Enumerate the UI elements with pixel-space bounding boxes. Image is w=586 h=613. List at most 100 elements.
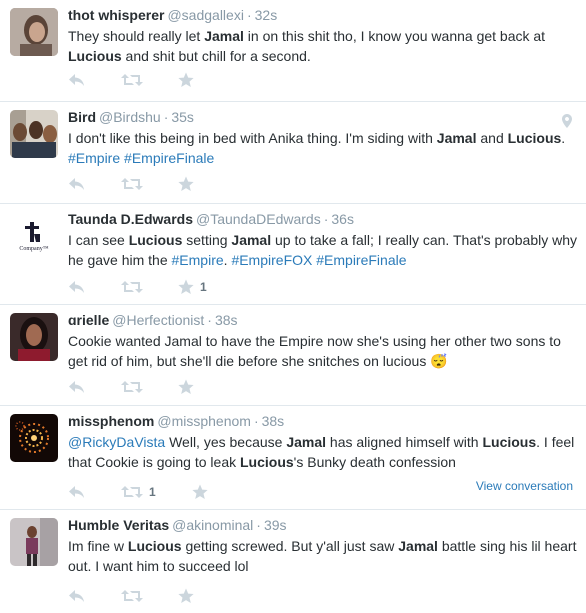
author-username[interactable]: @Herfectionist [112, 312, 204, 328]
reply-button[interactable] [68, 174, 85, 194]
avatar[interactable]: Company™ [10, 212, 58, 260]
tweet-content: Bird @Birdshu · 35s I don't like this being… [68, 108, 578, 168]
favorite-button[interactable] [178, 377, 194, 397]
tweet-text-segment: Well, yes because [165, 434, 287, 450]
view-conversation-link[interactable]: View conversation [476, 479, 573, 493]
reply-button[interactable] [68, 586, 85, 606]
avatar[interactable] [10, 518, 58, 566]
tweet-content: ɑrielle @Herfectionist · 38s Cookie wanted … [68, 311, 578, 371]
reply-icon [69, 74, 84, 86]
tweet-header: ɑrielle @Herfectionist · 38s [68, 312, 238, 328]
retweet-icon [121, 74, 143, 86]
author-name[interactable]: ɑrielle [68, 312, 109, 328]
hashtag-link[interactable]: #EmpireFinale [124, 150, 214, 166]
tweet-text-segment: and shit but chill for a second. [121, 48, 311, 64]
author-name[interactable]: Bird [68, 109, 96, 125]
reply-button[interactable] [68, 377, 85, 397]
tweet[interactable]: Bird @Birdshu · 35s I don't like this being… [0, 102, 586, 204]
reply-button[interactable] [68, 277, 85, 297]
tweet-text: I don't like this being in bed with Anik… [68, 128, 578, 168]
favorite-icon [178, 379, 194, 394]
retweet-button[interactable] [121, 377, 143, 397]
author-username[interactable]: @missphenom [157, 413, 251, 429]
avatar-logo-text: Company™ [19, 246, 49, 252]
highlighted-keyword: Lucious [240, 454, 294, 470]
tweet-header: Bird @Birdshu · 35s [68, 109, 194, 125]
hashtag-link[interactable]: #Empire [68, 150, 120, 166]
author-name[interactable]: Humble Veritas [68, 517, 169, 533]
avatar[interactable] [10, 414, 58, 462]
retweet-button[interactable] [121, 277, 143, 297]
favorite-icon [178, 279, 194, 294]
tweet-timestamp[interactable]: 39s [264, 517, 287, 533]
tweet-header: thot whisperer @sadgallexi · 32s [68, 7, 278, 23]
retweet-button[interactable] [121, 586, 143, 606]
favorite-button[interactable] [178, 586, 194, 606]
hashtag-link[interactable]: #EmpireFOX [231, 252, 312, 268]
retweet-button[interactable] [121, 70, 143, 90]
author-username[interactable]: @Birdshu [99, 109, 161, 125]
highlighted-keyword: Jamal [231, 232, 272, 248]
tweet[interactable]: ɑrielle @Herfectionist · 38s Cookie wanted … [0, 305, 586, 406]
reply-button[interactable] [68, 482, 85, 502]
hashtag-link[interactable]: #Empire [172, 252, 224, 268]
tweet-text-segment: They should really let [68, 28, 205, 44]
favorite-button[interactable] [192, 482, 208, 502]
tweet-text-segment: I can see [68, 232, 129, 248]
tweet-header: missphenom @missphenom · 38s [68, 413, 285, 429]
highlighted-keyword: Lucious [68, 48, 122, 64]
mention-link[interactable]: @RickyDaVista [68, 434, 165, 450]
tweet-text-segment: getting screwed. But y'all just saw [181, 538, 399, 554]
author-username[interactable]: @TaundaDEdwards [196, 211, 321, 227]
tweet-content: Taunda D.Edwards @TaundaDEdwards · 36s I ca… [68, 210, 578, 270]
reply-button[interactable] [68, 70, 85, 90]
favorite-button[interactable] [178, 174, 194, 194]
highlighted-keyword: Lucious [507, 130, 562, 146]
tweet-timestamp[interactable]: 32s [255, 7, 278, 23]
retweet-button[interactable]: 1 [121, 482, 156, 502]
tweet-content: thot whisperer @sadgallexi · 32s They shoul… [68, 6, 578, 66]
tweet-text: They should really let Jamal in on this … [68, 26, 578, 66]
tweet[interactable]: Humble Veritas @akinominal · 39s Im fine w … [0, 510, 586, 613]
location-pin-icon[interactable] [562, 114, 572, 133]
tweet[interactable]: Company™ Taunda D.Edwards @TaundaDEdwards… [0, 204, 586, 305]
retweet-icon [121, 381, 143, 393]
highlighted-keyword: Jamal [436, 130, 477, 146]
tweet[interactable]: thot whisperer @sadgallexi · 32s They shoul… [0, 0, 586, 102]
tweet-actions [68, 70, 288, 90]
tweet-header: Taunda D.Edwards @TaundaDEdwards · 36s [68, 211, 354, 227]
author-name[interactable]: thot whisperer [68, 7, 164, 23]
tweet-content: missphenom @missphenom · 38s @RickyDaVista … [68, 412, 578, 472]
favorite-button[interactable]: 1 [178, 277, 207, 297]
tweet-text-segment: I don't like this being in bed with Anik… [68, 130, 437, 146]
tweet-text-segment: setting [182, 232, 232, 248]
tweet-text-segment: 's Bunky death confession [293, 454, 456, 470]
hashtag-link[interactable]: #EmpireFinale [316, 252, 406, 268]
favorite-button[interactable] [178, 70, 194, 90]
highlighted-keyword: Lucious [127, 538, 182, 554]
author-username[interactable]: @sadgallexi [167, 7, 243, 23]
tweet-actions: 1 [68, 482, 288, 502]
tweet[interactable]: missphenom @missphenom · 38s @RickyDaVista … [0, 406, 586, 510]
author-username[interactable]: @akinominal [172, 517, 253, 533]
avatar[interactable] [10, 8, 58, 56]
tweet-timestamp[interactable]: 38s [262, 413, 285, 429]
favorite-icon [178, 176, 194, 191]
tweet-text: @RickyDaVista Well, yes because Jamal ha… [68, 432, 578, 472]
author-name[interactable]: missphenom [68, 413, 154, 429]
favorite-icon [192, 484, 208, 499]
tweet-text-segment: Cookie wanted Jamal to have the Empire n… [68, 333, 561, 369]
tweet-timestamp[interactable]: 36s [331, 211, 354, 227]
avatar[interactable] [10, 313, 58, 361]
tweet-actions: 1 [68, 277, 288, 297]
tweet-timestamp[interactable]: 38s [215, 312, 238, 328]
reply-icon [69, 486, 84, 498]
author-name[interactable]: Taunda D.Edwards [68, 211, 193, 227]
tweet-timestamp[interactable]: 35s [171, 109, 194, 125]
retweet-button[interactable] [121, 174, 143, 194]
avatar[interactable] [10, 110, 58, 158]
tweet-text-segment: in on this shit tho, I know you wanna ge… [243, 28, 546, 44]
tweet-text-segment: has aligned himself with [326, 434, 483, 450]
tweet-text: I can see Lucious setting Jamal up to ta… [68, 230, 578, 270]
tweet-text-segment: Im fine w [68, 538, 128, 554]
